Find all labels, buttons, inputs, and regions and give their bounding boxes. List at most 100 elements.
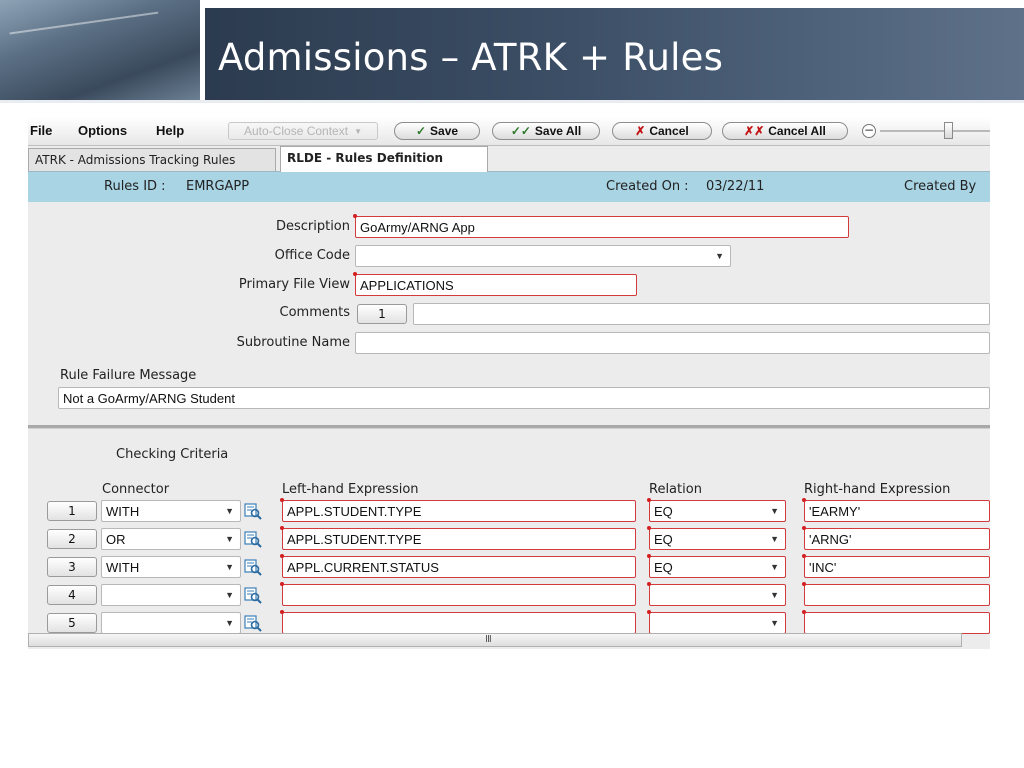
relation-value: EQ — [654, 504, 673, 519]
required-marker — [802, 498, 806, 502]
relation-select[interactable]: EQ ▼ — [649, 528, 786, 550]
comments-label: Comments — [279, 305, 350, 320]
save-label: Save — [430, 124, 459, 138]
chevron-down-icon: ▼ — [225, 562, 234, 572]
rule-definition-form: Description GoArmy/ARNG App Office Code … — [28, 203, 990, 649]
office-code-select[interactable]: ▼ — [355, 245, 731, 267]
connector-select[interactable]: WITH ▼ — [101, 500, 241, 522]
lookup-icon[interactable] — [243, 557, 263, 577]
left-expression-field[interactable]: APPL.STUDENT.TYPE — [282, 528, 636, 550]
double-checkmark-icon: ✓✓ — [510, 124, 531, 138]
description-label: Description — [275, 219, 350, 234]
menu-bar: File Options Help Auto-Close Context ▼ ✓… — [28, 117, 990, 146]
row-number-button[interactable]: 4 — [47, 585, 97, 605]
zoom-slider-track[interactable] — [880, 130, 990, 132]
created-on-label: Created On : — [606, 179, 689, 194]
connector-header: Connector — [102, 482, 170, 497]
office-code-label: Office Code — [274, 248, 350, 263]
connector-value: WITH — [106, 560, 140, 575]
chevron-down-icon: ▼ — [770, 534, 779, 544]
menu-file[interactable]: File — [30, 123, 52, 138]
relation-header: Relation — [649, 482, 702, 497]
connector-select[interactable]: WITH ▼ — [101, 556, 241, 578]
relation-select[interactable]: ▼ — [649, 584, 786, 606]
scrollbar-grip: III — [485, 634, 492, 645]
required-marker — [280, 498, 284, 502]
menu-options[interactable]: Options — [78, 123, 127, 138]
left-expression-header: Left-hand Expression — [282, 482, 419, 497]
relation-select[interactable]: EQ ▼ — [649, 556, 786, 578]
right-expression-field[interactable] — [804, 584, 990, 606]
lookup-icon[interactable] — [243, 613, 263, 633]
connector-value: WITH — [106, 504, 140, 519]
lookup-icon[interactable] — [243, 585, 263, 605]
connector-value: OR — [106, 532, 126, 547]
rules-id-label: Rules ID : — [104, 179, 166, 194]
banner-image — [0, 0, 200, 103]
required-marker — [280, 582, 284, 586]
rules-id-value: EMRGAPP — [186, 179, 250, 194]
required-marker — [280, 554, 284, 558]
comments-count-button[interactable]: 1 — [357, 304, 407, 324]
save-button[interactable]: ✓ Save — [394, 122, 480, 140]
chevron-down-icon: ▼ — [225, 618, 234, 628]
record-info-bar: Rules ID : EMRGAPP Created On : 03/22/11… — [28, 172, 990, 202]
cancel-button[interactable]: ✗ Cancel — [612, 122, 712, 140]
tab-strip: ATRK - Admissions Tracking Rules RLDE - … — [28, 146, 990, 172]
right-expression-field[interactable]: 'INC' — [804, 556, 990, 578]
menu-help[interactable]: Help — [156, 123, 184, 138]
row-number-button[interactable]: 5 — [47, 613, 97, 633]
save-all-button[interactable]: ✓✓ Save All — [492, 122, 600, 140]
subroutine-name-field[interactable] — [355, 332, 990, 354]
left-expression-field[interactable] — [282, 584, 636, 606]
right-expression-field[interactable]: 'ARNG' — [804, 528, 990, 550]
zoom-slider-thumb[interactable] — [944, 122, 953, 139]
subroutine-name-label: Subroutine Name — [236, 335, 350, 350]
relation-value: EQ — [654, 532, 673, 547]
x-icon: ✗ — [635, 124, 646, 138]
row-number-button[interactable]: 3 — [47, 557, 97, 577]
relation-select[interactable]: EQ ▼ — [649, 500, 786, 522]
left-expression-field[interactable]: APPL.STUDENT.TYPE — [282, 500, 636, 522]
left-expression-field[interactable]: APPL.CURRENT.STATUS — [282, 556, 636, 578]
left-expression-field[interactable] — [282, 612, 636, 634]
required-marker — [802, 526, 806, 530]
slide-banner: Admissions – ATRK + Rules — [0, 0, 1024, 103]
primary-file-view-label: Primary File View — [238, 277, 350, 292]
cancel-all-label: Cancel All — [768, 124, 826, 138]
row-number-button[interactable]: 2 — [47, 529, 97, 549]
cancel-all-button[interactable]: ✗✗ Cancel All — [722, 122, 848, 140]
double-x-icon: ✗✗ — [744, 124, 765, 138]
rule-failure-message-field[interactable]: Not a GoArmy/ARNG Student — [58, 387, 990, 409]
lookup-icon[interactable] — [243, 529, 263, 549]
primary-file-view-field[interactable]: APPLICATIONS — [355, 274, 637, 296]
created-on-value: 03/22/11 — [706, 179, 765, 194]
horizontal-scrollbar[interactable]: III — [28, 633, 962, 647]
lookup-icon[interactable] — [243, 501, 263, 521]
right-expression-field[interactable]: 'EARMY' — [804, 500, 990, 522]
section-divider — [28, 425, 990, 429]
collapse-button[interactable]: − — [862, 124, 876, 138]
connector-select[interactable]: ▼ — [101, 584, 241, 606]
required-marker — [280, 526, 284, 530]
connector-select[interactable]: OR ▼ — [101, 528, 241, 550]
tab-atrk[interactable]: ATRK - Admissions Tracking Rules — [28, 148, 276, 171]
auto-close-label: Auto-Close Context — [244, 124, 349, 138]
right-expression-field[interactable] — [804, 612, 990, 634]
relation-select[interactable]: ▼ — [649, 612, 786, 634]
description-field[interactable]: GoArmy/ARNG App — [355, 216, 849, 238]
required-marker — [647, 610, 651, 614]
row-number-button[interactable]: 1 — [47, 501, 97, 521]
required-marker — [802, 582, 806, 586]
save-all-label: Save All — [534, 124, 582, 138]
banner-divider — [0, 100, 1024, 103]
required-marker — [353, 272, 357, 276]
checking-criteria-title: Checking Criteria — [116, 447, 229, 462]
tab-rlde[interactable]: RLDE - Rules Definition — [280, 146, 488, 172]
auto-close-context-select[interactable]: Auto-Close Context ▼ — [228, 122, 378, 140]
app-window: File Options Help Auto-Close Context ▼ ✓… — [28, 117, 990, 649]
connector-select[interactable]: ▼ — [101, 612, 241, 634]
chevron-down-icon: ▼ — [225, 590, 234, 600]
chevron-down-icon: ▼ — [770, 506, 779, 516]
comments-field[interactable] — [413, 303, 990, 325]
